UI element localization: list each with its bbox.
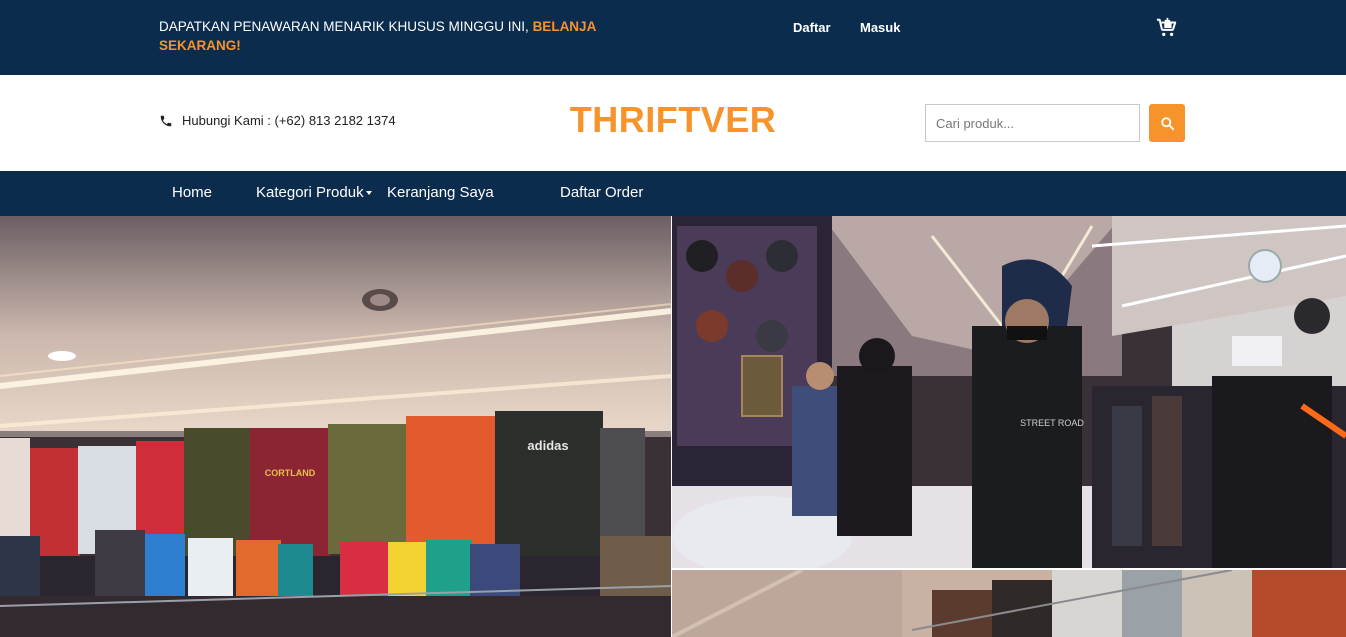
search-button[interactable] (1149, 104, 1185, 142)
nav-item-home[interactable]: Home (172, 184, 212, 201)
nav-item-daftar-order[interactable]: Daftar Order (560, 184, 643, 201)
svg-text:STREET ROAD: STREET ROAD (1020, 418, 1084, 428)
cart-plus-icon[interactable] (1156, 17, 1178, 39)
svg-text:adidas: adidas (527, 438, 568, 453)
hero-image-store-interior: CORTLAND adidas (0, 216, 671, 637)
caret-down-icon (365, 191, 372, 196)
site-header: Hubungi Kami : (+62) 813 2182 1374 THRIF… (0, 75, 1346, 171)
main-nav: Home Kategori Produk Keranjang Saya Daft… (0, 171, 1346, 216)
top-bar: DAPATKAN PENAWARAN MENARIK KHUSUS MINGGU… (0, 0, 1346, 75)
promo-text: DAPATKAN PENAWARAN MENARIK KHUSUS MINGGU… (159, 19, 529, 34)
hero-image-market-aisle: STREET ROAD (672, 216, 1346, 568)
site-logo[interactable]: THRIFTVER (0, 99, 1346, 141)
nav-item-keranjang-saya[interactable]: Keranjang Saya (387, 184, 494, 201)
nav-item-kategori-produk[interactable]: Kategori Produk (256, 184, 372, 201)
register-link[interactable]: Daftar (793, 20, 831, 35)
svg-text:CORTLAND: CORTLAND (265, 468, 316, 478)
hero-image-jacket-rack (672, 570, 1346, 637)
login-link[interactable]: Masuk (860, 20, 900, 35)
promo-banner: DAPATKAN PENAWARAN MENARIK KHUSUS MINGGU… (159, 17, 599, 55)
search-input[interactable] (925, 104, 1140, 142)
nav-item-label: Kategori Produk (256, 184, 364, 201)
search-icon (1160, 116, 1174, 130)
